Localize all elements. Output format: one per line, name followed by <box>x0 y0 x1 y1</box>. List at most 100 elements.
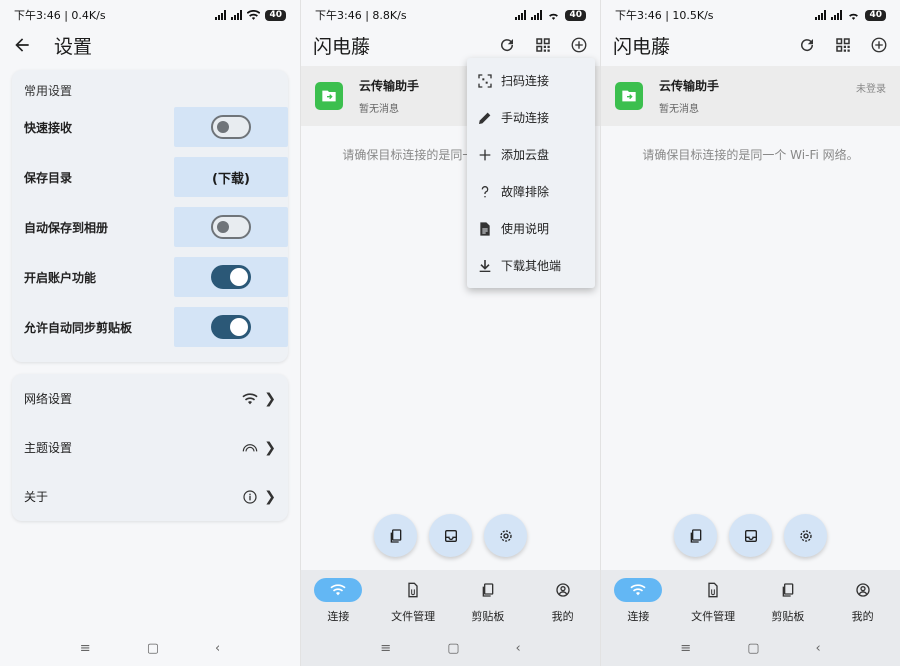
clipboard-icon <box>690 528 701 543</box>
refresh-icon[interactable] <box>798 36 816 54</box>
home-button[interactable]: ▢ <box>147 641 159 656</box>
back-button[interactable]: ‹ <box>516 641 521 656</box>
theme-settings-item[interactable]: 主题设置 ❯ <box>12 423 288 472</box>
add-circle-icon[interactable] <box>570 36 588 54</box>
menu-label: 使用说明 <box>501 222 550 236</box>
bottom-nav: 连接 文件管理 剪贴板 我的 <box>301 570 600 630</box>
save-dir-button[interactable]: (下载) <box>174 157 288 197</box>
setting-account: 开启账户功能 <box>12 252 288 302</box>
settings-fab[interactable] <box>484 514 527 557</box>
nav-label: 文件管理 <box>691 610 736 623</box>
nav-clipboard[interactable]: 剪贴板 <box>451 570 526 630</box>
home-appbar: 闪电藤 <box>301 30 600 60</box>
download-icon <box>479 259 491 272</box>
clipboard-fab[interactable] <box>674 514 717 557</box>
clipboard-icon <box>390 528 401 543</box>
menu-add-cloud[interactable]: 添加云盘 <box>467 136 595 173</box>
status-bar: 下午3:46 | 0.4K/s 40 <box>0 0 300 30</box>
nav-label: 剪贴板 <box>771 610 805 623</box>
nav-mine[interactable]: 我的 <box>525 570 600 630</box>
nav-connect[interactable]: 连接 <box>301 570 376 630</box>
nav-files[interactable]: 文件管理 <box>676 570 751 630</box>
nav-files[interactable]: 文件管理 <box>376 570 451 630</box>
setting-auto-save-album: 自动保存到相册 <box>12 202 288 252</box>
refresh-icon[interactable] <box>498 36 516 54</box>
status-bar: 下午3:46 | 10.5K/s 40 <box>601 0 900 30</box>
settings-screen: 下午3:46 | 0.4K/s 40 设置 常用设置 快速接收 保存目录 (下载… <box>0 0 300 666</box>
setting-label: 快速接收 <box>24 120 73 135</box>
plus-icon <box>479 149 491 160</box>
battery-icon: 40 <box>565 9 586 21</box>
question-icon <box>481 185 489 197</box>
setting-label: 开启账户功能 <box>24 270 97 285</box>
qr-code-icon[interactable] <box>834 36 852 54</box>
fab-group <box>301 514 600 557</box>
system-nav-bar: ≡ ▢ ‹ <box>301 630 600 666</box>
inbox-icon <box>744 529 757 542</box>
setting-clipboard-sync: 允许自动同步剪贴板 <box>12 302 288 352</box>
about-item[interactable]: 关于 ❯ <box>12 472 288 521</box>
recent-apps-button[interactable]: ≡ <box>80 641 91 656</box>
auto-save-album-toggle[interactable] <box>211 215 251 239</box>
clipboard-sync-toggle[interactable] <box>211 315 251 339</box>
menu-instructions[interactable]: 使用说明 <box>467 210 595 247</box>
nav-mine[interactable]: 我的 <box>825 570 900 630</box>
folder-icon <box>315 82 343 110</box>
recent-apps-button[interactable]: ≡ <box>680 641 691 656</box>
setting-label: 允许自动同步剪贴板 <box>24 320 133 335</box>
signal-icon <box>515 10 527 20</box>
system-nav-bar: ≡ ▢ ‹ <box>0 630 300 666</box>
add-circle-icon[interactable] <box>870 36 888 54</box>
status-text: 下午3:46 | 0.4K/s <box>14 9 106 22</box>
settings-fab[interactable] <box>784 514 827 557</box>
inbox-icon <box>444 529 457 542</box>
wifi-status-icon <box>549 13 559 20</box>
menu-troubleshoot[interactable]: 故障排除 <box>467 173 595 210</box>
menu-scan-connect[interactable]: 扫码连接 <box>467 62 595 99</box>
document-icon <box>480 221 490 236</box>
network-settings-item[interactable]: 网络设置 ❯ <box>12 374 288 423</box>
more-settings-card: 网络设置 ❯ 主题设置 ❯ 关于 ❯ <box>12 374 288 521</box>
nav-label: 文件管理 <box>391 610 436 623</box>
clipboard-icon <box>782 583 794 597</box>
menu-label: 故障排除 <box>501 185 550 199</box>
inbox-fab[interactable] <box>729 514 772 557</box>
wifi-status-icon <box>849 13 859 20</box>
common-settings-card: 常用设置 快速接收 保存目录 (下载) 自动保存到相册 开启账户功能 允许自动同… <box>12 70 288 362</box>
signal-icon <box>831 10 843 20</box>
device-subtitle: 暂无消息 <box>659 104 699 115</box>
back-arrow-icon[interactable] <box>12 35 32 55</box>
bottom-nav: 连接 文件管理 剪贴板 我的 <box>601 570 900 630</box>
recent-apps-button[interactable]: ≡ <box>380 641 391 656</box>
signal-icon <box>531 10 543 20</box>
setting-label: 保存目录 <box>24 170 73 185</box>
status-bar: 下午3:46 | 8.8K/s 40 <box>301 0 600 30</box>
system-nav-bar: ≡ ▢ ‹ <box>601 630 900 666</box>
signal-icon <box>231 10 243 20</box>
home-button[interactable]: ▢ <box>447 641 459 656</box>
back-button[interactable]: ‹ <box>816 641 821 656</box>
back-button[interactable]: ‹ <box>215 641 220 656</box>
gear-icon <box>799 529 812 542</box>
nav-label: 我的 <box>551 610 574 623</box>
menu-manual-connect[interactable]: 手动连接 <box>467 99 595 136</box>
menu-download-others[interactable]: 下载其他端 <box>467 247 595 284</box>
wifi-hint: 请确保目标连接的是同一个 Wi-Fi 网络。 <box>642 148 859 162</box>
nav-clipboard[interactable]: 剪贴板 <box>751 570 826 630</box>
app-title: 闪电藤 <box>613 35 671 58</box>
qr-code-icon[interactable] <box>534 36 552 54</box>
chevron-right-icon: ❯ <box>264 439 276 456</box>
menu-label: 手动连接 <box>501 111 550 125</box>
device-item[interactable]: 云传输助手 暂无消息 未登录 <box>601 66 900 126</box>
nav-connect[interactable]: 连接 <box>601 570 676 630</box>
wifi-icon <box>630 584 646 596</box>
account-toggle[interactable] <box>211 265 251 289</box>
quick-receive-toggle[interactable] <box>211 115 251 139</box>
home-menu-screen: 下午3:46 | 8.8K/s 40 闪电藤 云传输助手 暂无消息 请确保目标连… <box>300 0 600 666</box>
status-text: 下午3:46 | 10.5K/s <box>615 9 714 22</box>
inbox-fab[interactable] <box>429 514 472 557</box>
settings-appbar: 设置 <box>0 30 300 60</box>
setting-save-dir: 保存目录 (下载) <box>12 152 288 202</box>
home-button[interactable]: ▢ <box>747 641 759 656</box>
clipboard-fab[interactable] <box>374 514 417 557</box>
